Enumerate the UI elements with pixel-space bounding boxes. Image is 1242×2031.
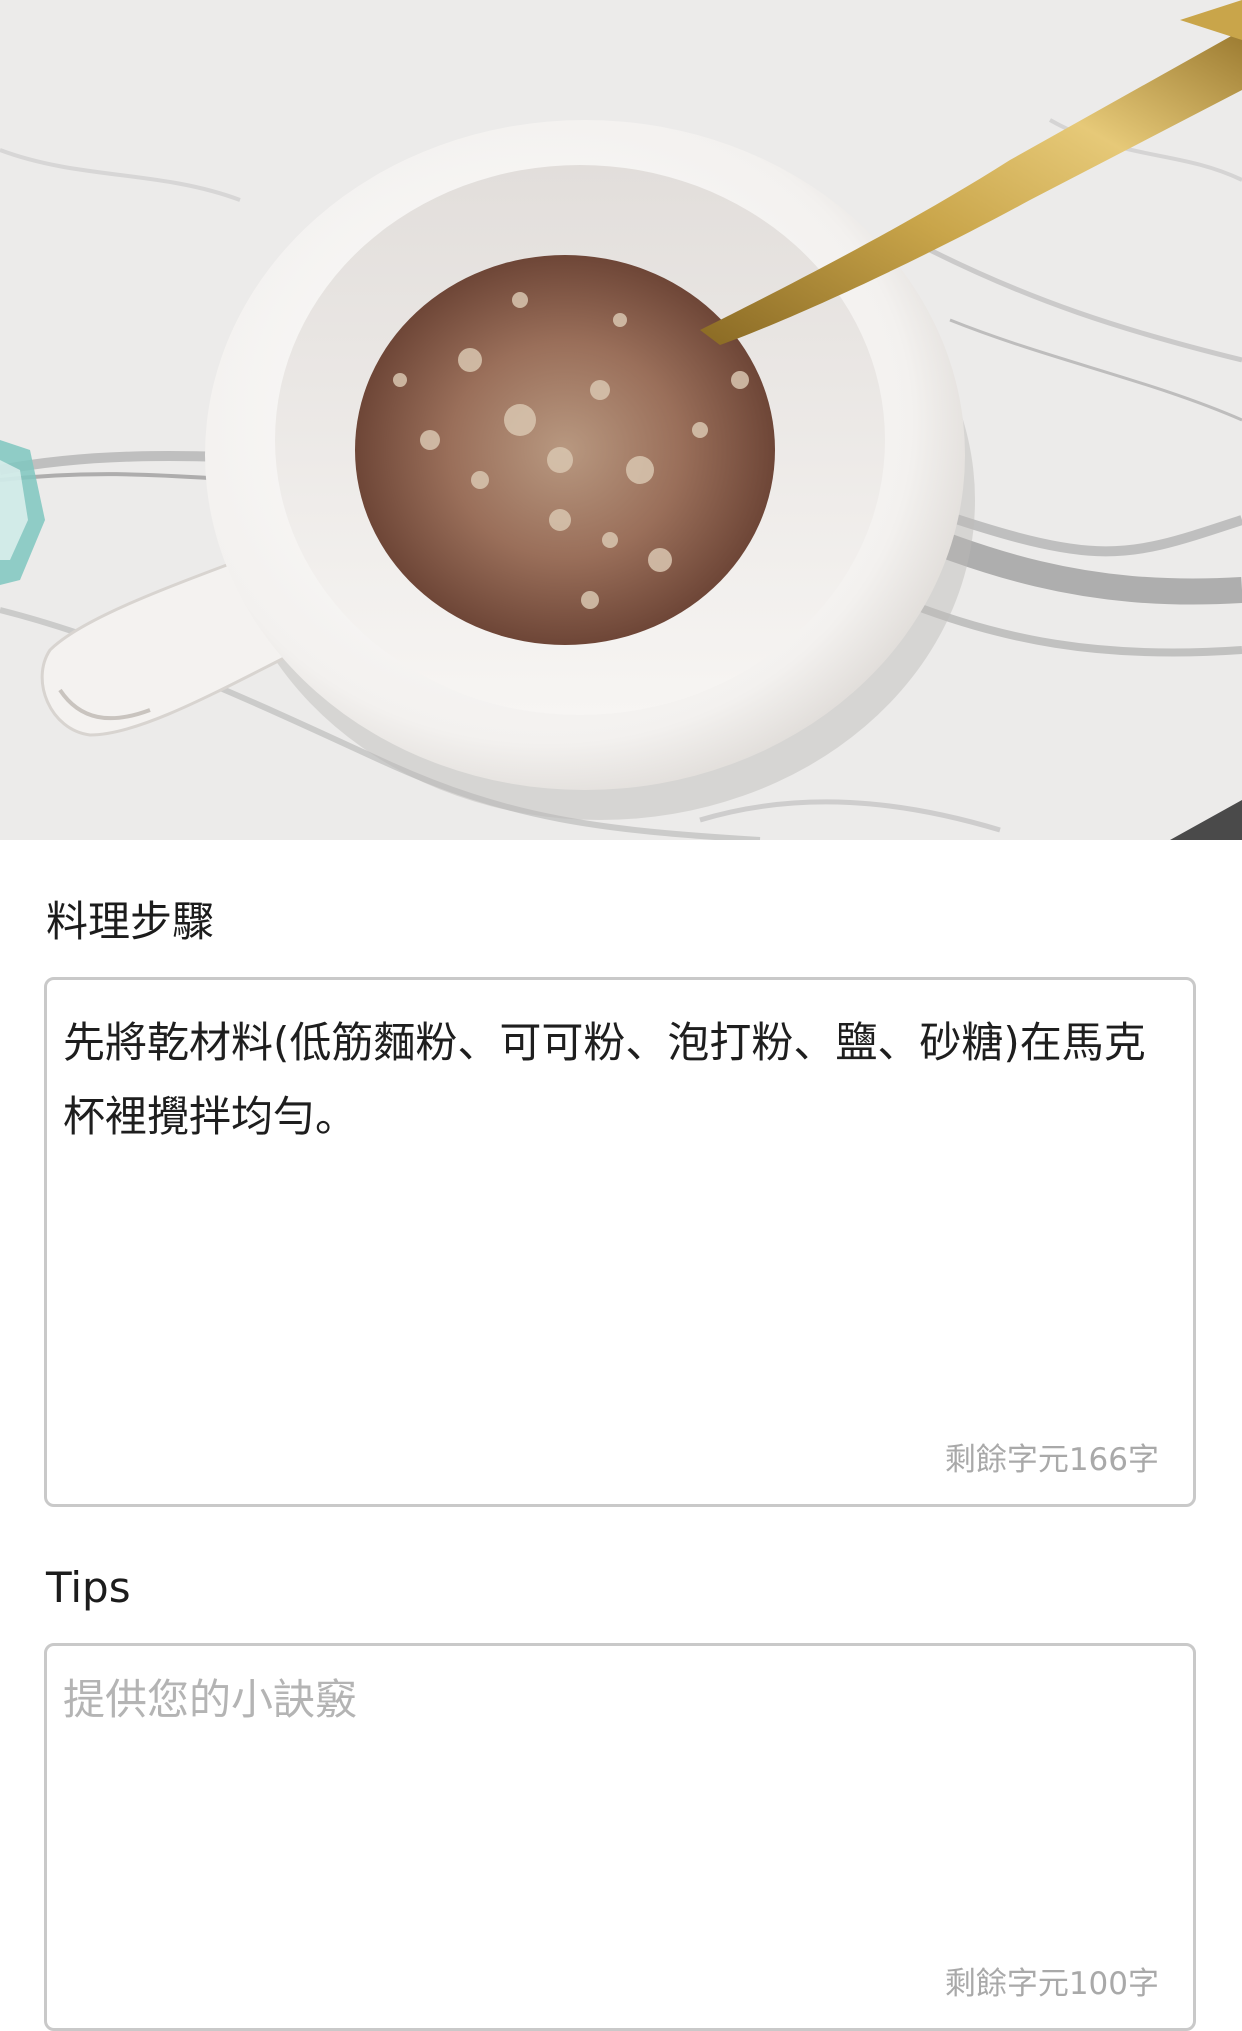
steps-text[interactable]: 先將乾材料(低筋麵粉、可可粉、泡打粉、鹽、砂糖)在馬克杯裡攪拌均勻。 — [63, 1006, 1177, 1154]
recipe-step-photo — [0, 0, 1242, 840]
steps-label: 料理步驟 — [46, 897, 215, 946]
tips-char-counter: 剩餘字元100字 — [944, 1966, 1159, 2002]
steps-textarea[interactable]: 先將乾材料(低筋麵粉、可可粉、泡打粉、鹽、砂糖)在馬克杯裡攪拌均勻。 剩餘字元1… — [44, 977, 1196, 1507]
tips-textarea[interactable]: 提供您的小訣竅 剩餘字元100字 — [44, 1643, 1196, 2031]
tips-label: Tips — [46, 1563, 131, 1612]
steps-char-counter: 剩餘字元166字 — [944, 1442, 1159, 1478]
tips-placeholder[interactable]: 提供您的小訣竅 — [63, 1672, 357, 1728]
